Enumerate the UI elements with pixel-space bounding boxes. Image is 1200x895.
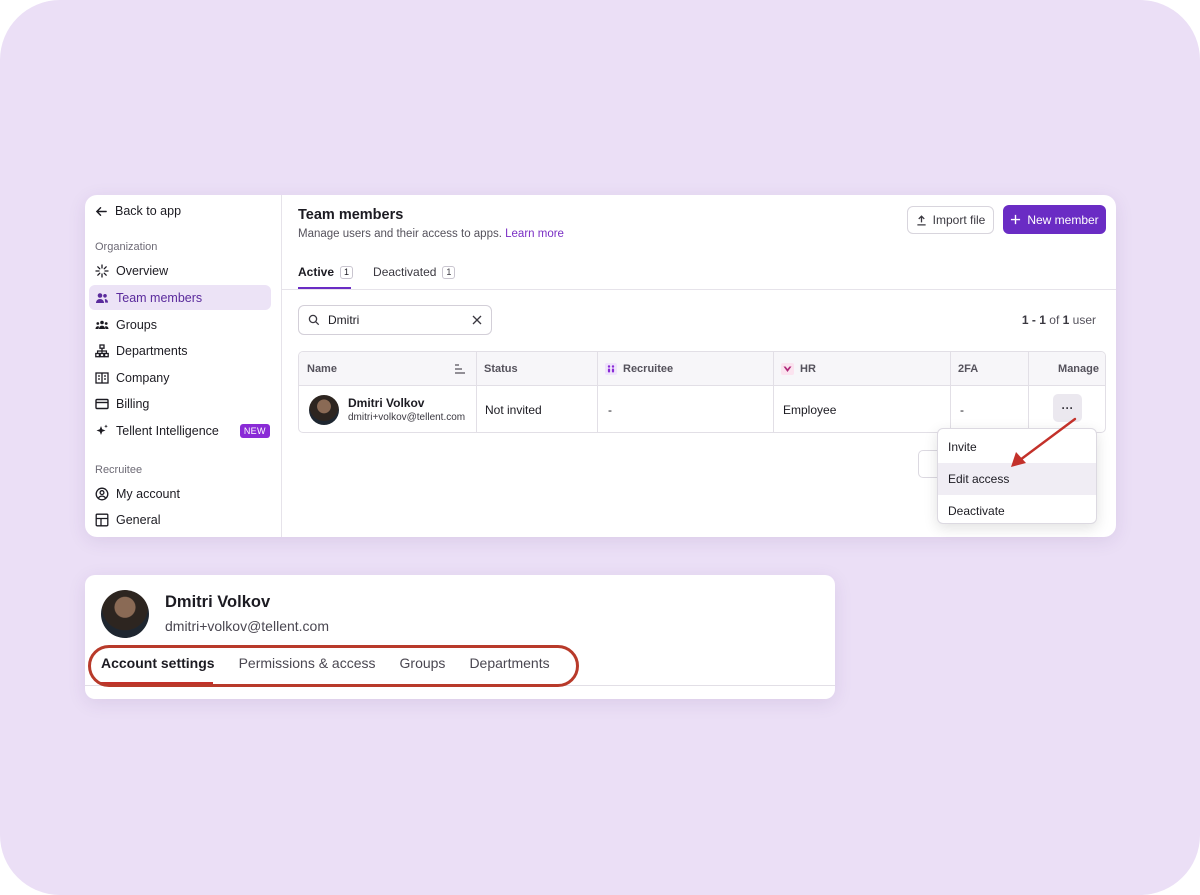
annotation-highlight	[88, 645, 579, 687]
building-icon	[95, 371, 109, 384]
sidebar-item-billing[interactable]: Billing	[89, 391, 271, 416]
menu-item-edit-access[interactable]: Edit access	[938, 463, 1096, 495]
profile-name: Dmitri Volkov	[165, 593, 271, 611]
column-divider	[1028, 352, 1029, 432]
new-member-button[interactable]: New member	[1003, 205, 1106, 234]
sidebar-item-tellent-intelligence[interactable]: Tellent Intelligence NEW	[89, 418, 271, 443]
import-file-button[interactable]: Import file	[907, 206, 994, 234]
profile-email: dmitri+volkov@tellent.com	[165, 618, 329, 634]
avatar	[309, 394, 339, 425]
column-header-name[interactable]: Name	[299, 352, 476, 386]
cell-recruitee: -	[608, 402, 612, 417]
cell-2fa: -	[960, 402, 964, 417]
member-tabs: Active 1 Deactivated 1	[298, 263, 456, 281]
users-icon	[96, 292, 108, 303]
hr-logo-icon	[781, 363, 794, 375]
sidebar-item-general[interactable]: General	[89, 507, 271, 532]
user-circle-icon	[95, 487, 109, 500]
upload-icon	[917, 214, 926, 226]
search-value: Dmitri	[328, 313, 360, 327]
tab-count: 1	[442, 265, 456, 279]
sidebar-item-team-members[interactable]: Team members	[89, 285, 271, 310]
layout-icon	[95, 513, 109, 526]
section-label-recruitee: Recruitee	[95, 464, 143, 476]
clear-icon[interactable]	[472, 315, 482, 325]
sidebar-item-company[interactable]: Company	[89, 365, 271, 390]
group-icon	[95, 320, 109, 329]
member-name: Dmitri Volkov	[348, 396, 425, 410]
members-table: Name Status Recruitee HR 2FA Manage Dmit…	[298, 351, 1106, 433]
pagination-summary: 1 - 1 of 1 user	[1021, 313, 1096, 327]
search-icon	[308, 314, 320, 326]
back-label: Back to app	[115, 204, 182, 218]
cell-status: Not invited	[485, 402, 542, 417]
column-header-recruitee: Recruitee	[597, 352, 673, 386]
new-badge: NEW	[239, 423, 270, 438]
card-icon	[95, 398, 109, 409]
menu-item-deactivate[interactable]: Deactivate	[938, 495, 1096, 527]
tab-count: 1	[340, 265, 354, 279]
sidebar-item-departments[interactable]: Departments	[89, 338, 271, 363]
member-profile-card: Dmitri Volkov dmitri+volkov@tellent.com …	[85, 575, 835, 699]
sidebar-item-groups[interactable]: Groups	[89, 312, 271, 337]
avatar	[101, 590, 149, 638]
table-row[interactable]: Dmitri Volkov dmitri+volkov@tellent.com	[299, 386, 476, 432]
back-to-app-link[interactable]: Back to app	[95, 204, 181, 218]
column-header-2fa: 2FA	[958, 363, 979, 375]
more-actions-button[interactable]: ···	[1053, 394, 1082, 422]
tab-active[interactable]: Active 1	[298, 263, 354, 281]
actions-menu: Invite Edit access Deactivate	[937, 428, 1097, 524]
sparkle-icon	[95, 263, 109, 278]
tabs-divider	[282, 289, 1116, 290]
hierarchy-icon	[95, 343, 109, 357]
tab-deactivated[interactable]: Deactivated 1	[373, 263, 456, 281]
sidebar-item-overview[interactable]: Overview	[89, 258, 271, 283]
arrow-left-icon	[95, 206, 107, 216]
ai-sparkle-icon	[96, 424, 108, 435]
menu-item-invite[interactable]: Invite	[938, 431, 1096, 463]
page-title: Team members	[298, 207, 404, 223]
search-input[interactable]: Dmitri	[298, 305, 492, 335]
member-email: dmitri+volkov@tellent.com	[348, 412, 466, 423]
column-header-status: Status	[484, 363, 518, 375]
sidebar-item-my-account[interactable]: My account	[89, 481, 271, 506]
learn-more-link[interactable]: Learn more	[505, 228, 564, 240]
page-subtitle: Manage users and their access to apps. L…	[298, 228, 564, 240]
column-header-manage: Manage	[1058, 363, 1099, 375]
section-label-organization: Organization	[95, 241, 158, 253]
canvas: Back to app Organization Overview Team m…	[0, 0, 1200, 895]
recruitee-logo-icon	[605, 363, 617, 375]
column-header-hr: HR	[773, 352, 816, 386]
sort-icon[interactable]	[454, 364, 466, 374]
admin-window: Back to app Organization Overview Team m…	[85, 195, 1116, 537]
sidebar: Back to app Organization Overview Team m…	[85, 195, 282, 537]
plus-icon	[1011, 214, 1021, 225]
cell-hr: Employee	[783, 402, 837, 417]
